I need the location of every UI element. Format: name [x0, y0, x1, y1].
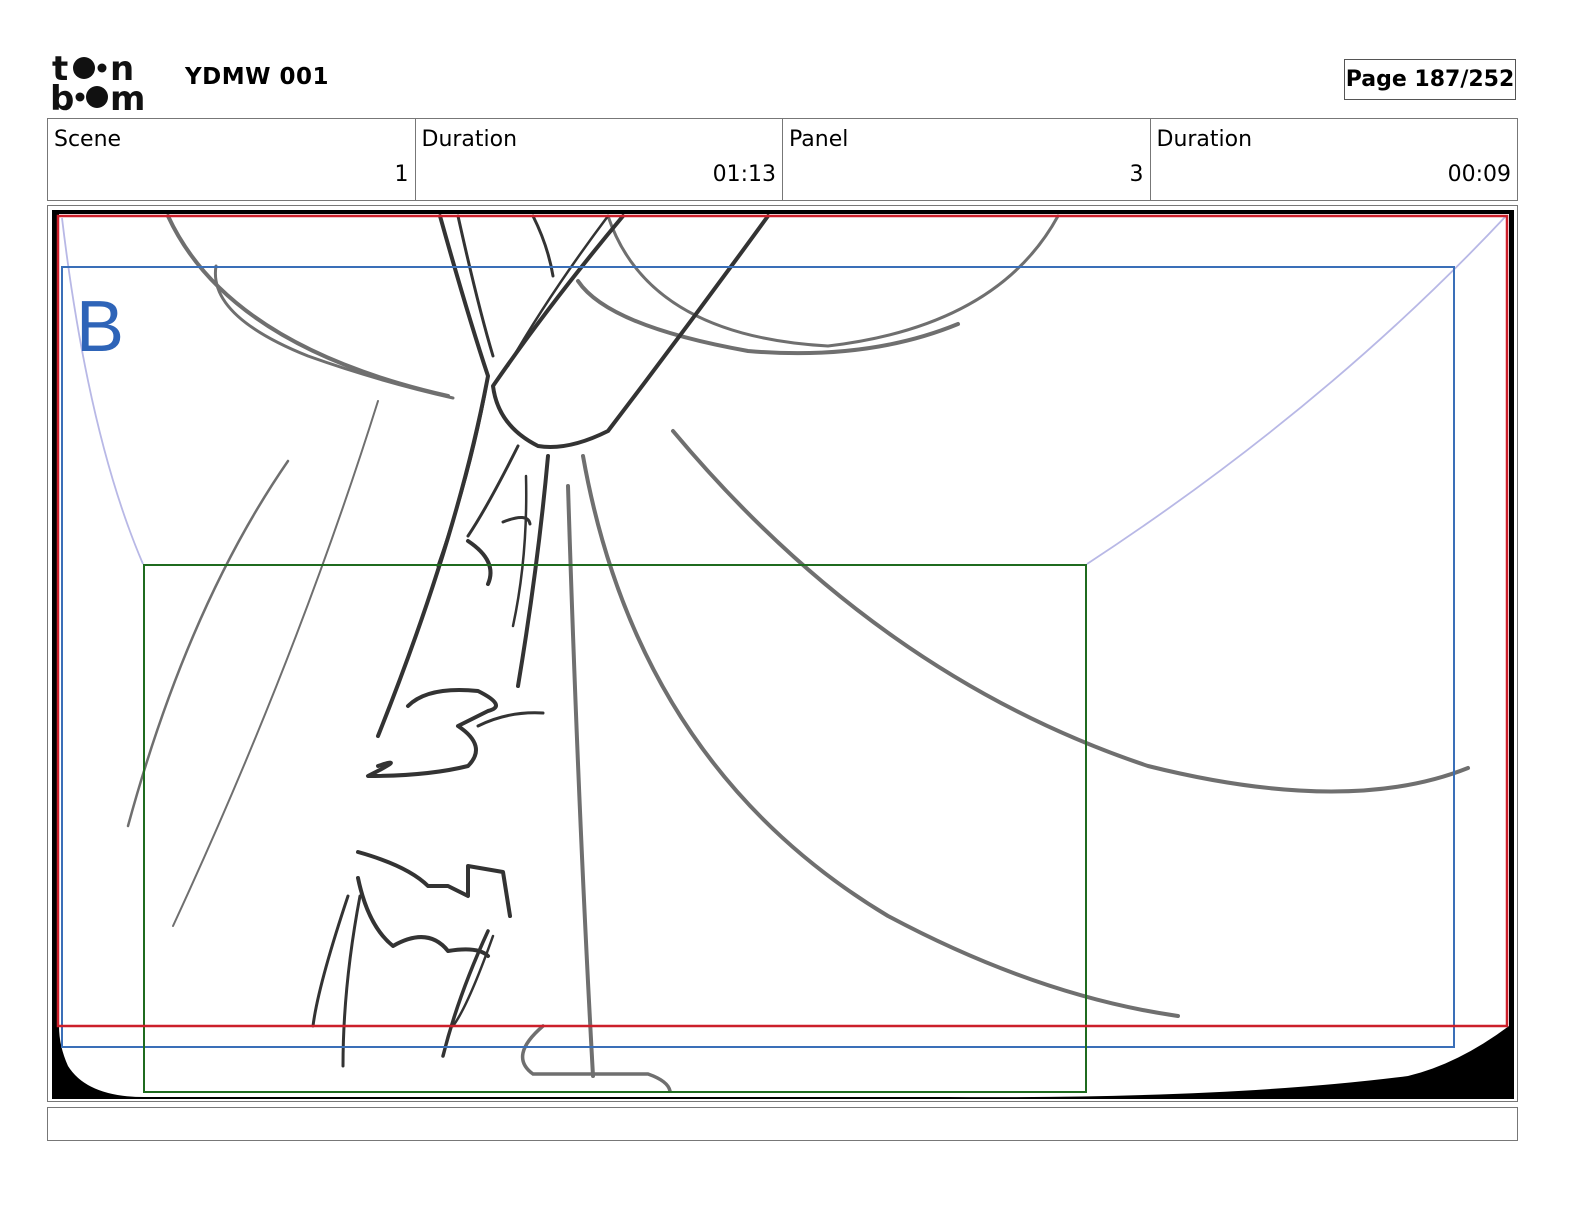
- panel-image-area: [59, 214, 1509, 1098]
- panel-duration-label: Duration: [1156, 127, 1253, 152]
- panel-drawing: B: [52, 210, 1514, 1099]
- scene-cell: Scene 1: [48, 119, 416, 200]
- frame-marker-label: B: [76, 287, 124, 367]
- toon-boom-logo: t n b m: [50, 50, 145, 112]
- panel-info-table: Scene 1 Duration 01:13 Panel 3 Duration …: [47, 118, 1518, 201]
- scene-value: 1: [394, 162, 409, 187]
- svg-text:b: b: [50, 79, 74, 112]
- project-title: YDMW 001: [185, 64, 330, 90]
- panel-value: 3: [1129, 162, 1144, 187]
- panel-duration-value: 00:09: [1447, 162, 1511, 187]
- panel-cell: Panel 3: [783, 119, 1151, 200]
- storyboard-panel: B: [47, 205, 1518, 1102]
- caption-box: [47, 1107, 1518, 1141]
- scene-label: Scene: [54, 127, 122, 152]
- scene-duration-label: Duration: [421, 127, 518, 152]
- scene-duration-value: 01:13: [712, 162, 776, 187]
- panel-label: Panel: [789, 127, 849, 152]
- panel-duration-cell: Duration 00:09: [1151, 119, 1518, 200]
- page-number: Page 187/252: [1344, 59, 1516, 100]
- svg-text:m: m: [110, 79, 145, 112]
- scene-duration-cell: Duration 01:13: [416, 119, 783, 200]
